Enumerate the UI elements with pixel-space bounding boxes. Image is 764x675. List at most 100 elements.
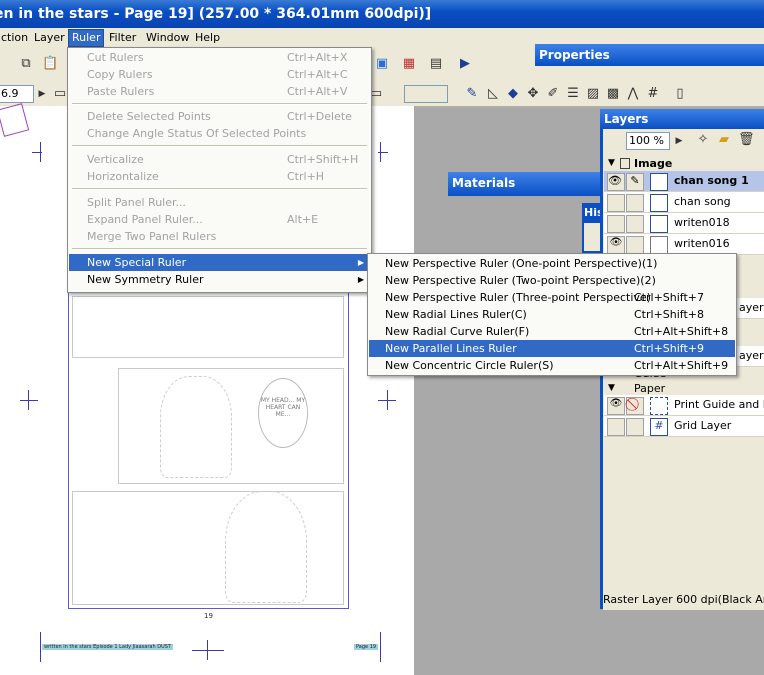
properties-panel-title[interactable]: Properties bbox=[535, 44, 764, 66]
submenu-item-radial-lines[interactable]: New Radial Lines Ruler(C) Ctrl+Shift+8 bbox=[369, 306, 735, 323]
brush-icon[interactable]: ✐ bbox=[545, 86, 561, 102]
window-title: en in the stars - Page 19] (257.00 * 364… bbox=[0, 6, 432, 22]
menu-item-label: New Symmetry Ruler bbox=[87, 273, 204, 286]
mesh-icon[interactable]: ⋀ bbox=[625, 86, 641, 102]
pattern-icon[interactable]: ▩ bbox=[605, 86, 621, 102]
menu-window[interactable]: Window bbox=[143, 30, 192, 46]
pen-icon[interactable]: ✎ bbox=[464, 86, 480, 102]
layer-group-image[interactable]: ▼ Image bbox=[604, 157, 764, 170]
zoom-arrow-icon[interactable]: ▶ bbox=[671, 133, 687, 149]
register-mark bbox=[192, 650, 224, 651]
layer-name: Print Guide and Ba bbox=[674, 398, 764, 411]
menu-item-new-special-ruler[interactable]: New Special Ruler ▶ bbox=[69, 254, 370, 271]
layer-row-writen018[interactable]: writen018 bbox=[604, 213, 764, 234]
menu-selection[interactable]: ction bbox=[0, 30, 31, 46]
layer-row-writen016[interactable]: 👁 writen016 bbox=[604, 234, 764, 255]
collapse-icon[interactable]: ▼ bbox=[608, 382, 615, 395]
menu-item-cut-rulers[interactable]: Cut Rulers Ctrl+Alt+X bbox=[69, 49, 370, 66]
submenu-item-perspective-three[interactable]: New Perspective Ruler (Three-point Persp… bbox=[369, 289, 735, 306]
arrow-right-icon[interactable]: ▶ bbox=[34, 86, 50, 102]
new-layer-icon[interactable]: ✧ bbox=[695, 132, 711, 148]
edit-toggle[interactable] bbox=[626, 215, 644, 233]
submenu-item-label: New Concentric Circle Ruler(S) bbox=[385, 359, 554, 372]
layer-row-chan-song-1[interactable]: 👁 ✎ chan song 1 bbox=[604, 171, 764, 192]
layer-group-paper[interactable]: ▼ Paper bbox=[604, 382, 764, 395]
visibility-eye-icon[interactable]: 👁 bbox=[607, 236, 625, 254]
layer-row-chan-song[interactable]: chan song bbox=[604, 192, 764, 213]
visibility-toggle[interactable] bbox=[607, 418, 625, 436]
frame-icon[interactable]: ▯ bbox=[672, 86, 688, 102]
no-print-icon[interactable]: ⃠ bbox=[626, 397, 644, 415]
film-icon[interactable]: ▤ bbox=[428, 56, 444, 72]
speech-balloon: MY HEAD... MY HEART CAN ME... bbox=[258, 378, 308, 448]
page-icon[interactable]: ▭ bbox=[52, 86, 68, 102]
visibility-eye-icon[interactable]: 👁 bbox=[607, 397, 625, 415]
net-icon[interactable]: # bbox=[645, 86, 661, 102]
crop-mark bbox=[380, 632, 381, 662]
menu-item-verticalize[interactable]: Verticalize Ctrl+Shift+H bbox=[69, 151, 370, 168]
menu-item-copy-rulers[interactable]: Copy Rulers Ctrl+Alt+C bbox=[69, 66, 370, 83]
menu-item-merge-panel[interactable]: Merge Two Panel Rulers bbox=[69, 228, 370, 245]
grid-icon[interactable]: ☰ bbox=[565, 86, 581, 102]
ruler-icon[interactable]: ◺ bbox=[485, 86, 501, 102]
menu-item-label: Delete Selected Points bbox=[87, 110, 211, 123]
menu-item-shortcut: Ctrl+Alt+X bbox=[287, 51, 348, 64]
play-icon[interactable]: ▶ bbox=[457, 56, 473, 72]
copy-icon[interactable]: ⧉ bbox=[18, 56, 34, 72]
menu-item-shortcut: Alt+E bbox=[287, 213, 319, 226]
menu-item-paste-rulers[interactable]: Paste Rulers Ctrl+Alt+V bbox=[69, 83, 370, 100]
visibility-eye-icon[interactable]: 👁 bbox=[607, 173, 625, 191]
visibility-toggle[interactable] bbox=[607, 194, 625, 212]
layers-panel-title[interactable]: Layers bbox=[600, 109, 764, 129]
layer-name: writen018 bbox=[674, 216, 730, 229]
menu-item-split-panel[interactable]: Split Panel Ruler... bbox=[69, 194, 370, 211]
submenu-item-perspective-two[interactable]: New Perspective Ruler (Two-point Perspec… bbox=[369, 272, 735, 289]
layer-icon[interactable]: ▣ bbox=[374, 56, 390, 72]
layer-row-grid[interactable]: # Grid Layer bbox=[604, 416, 764, 437]
submenu-item-radial-curve[interactable]: New Radial Curve Ruler(F) Ctrl+Alt+Shift+… bbox=[369, 323, 735, 340]
layer-name: writen016 bbox=[674, 237, 730, 250]
layer-row-print-guide[interactable]: 👁 ⃠ Print Guide and Ba bbox=[604, 395, 764, 416]
zoom-field[interactable]: 6.9 bbox=[0, 85, 34, 103]
empty-field[interactable] bbox=[404, 85, 448, 103]
menu-layer[interactable]: Layer bbox=[31, 30, 68, 46]
submenu-item-label: New Radial Lines Ruler(C) bbox=[385, 308, 527, 321]
palette-icon[interactable]: ▦ bbox=[401, 56, 417, 72]
visibility-toggle[interactable] bbox=[607, 215, 625, 233]
edit-pen-icon[interactable]: ✎ bbox=[626, 173, 644, 191]
menu-item-horizontalize[interactable]: Horizontalize Ctrl+H bbox=[69, 168, 370, 185]
menu-ruler[interactable]: Ruler bbox=[68, 29, 105, 47]
collapse-icon[interactable]: ▼ bbox=[608, 157, 615, 170]
layer-zoom-field[interactable]: 100 % bbox=[626, 132, 670, 150]
menu-item-delete-points[interactable]: Delete Selected Points Ctrl+Delete bbox=[69, 108, 370, 125]
menu-help[interactable]: Help bbox=[192, 30, 223, 46]
edit-toggle[interactable] bbox=[626, 236, 644, 254]
menu-separator bbox=[72, 145, 367, 147]
submenu-item-parallel-lines[interactable]: New Parallel Lines Ruler Ctrl+Shift+9 bbox=[369, 340, 735, 357]
submenu-item-concentric-circle[interactable]: New Concentric Circle Ruler(S) Ctrl+Alt+S… bbox=[369, 357, 735, 374]
submenu-item-label: New Perspective Ruler (Three-point Persp… bbox=[385, 291, 651, 304]
figure-sketch bbox=[160, 376, 232, 478]
menu-item-new-symmetry-ruler[interactable]: New Symmetry Ruler ▶ bbox=[69, 271, 370, 288]
paste-icon[interactable]: 📋 bbox=[42, 56, 58, 72]
fill-icon[interactable]: ◆ bbox=[505, 86, 521, 102]
trash-icon[interactable]: 🗑 bbox=[738, 132, 755, 148]
window-title-bar: en in the stars - Page 19] (257.00 * 364… bbox=[0, 0, 764, 28]
submenu-item-perspective-one[interactable]: New Perspective Ruler (One-point Perspec… bbox=[369, 255, 735, 272]
crop-mark bbox=[32, 152, 42, 153]
footer-caption: written in the stars Episode 1 Lady Jiaa… bbox=[42, 644, 173, 650]
menu-item-change-angle[interactable]: Change Angle Status Of Selected Points bbox=[69, 125, 370, 142]
special-ruler-submenu: New Perspective Ruler (One-point Perspec… bbox=[367, 253, 737, 376]
hatch-icon[interactable]: ▨ bbox=[585, 86, 601, 102]
menu-item-expand-panel[interactable]: Expand Panel Ruler... Alt+E bbox=[69, 211, 370, 228]
folder-icon[interactable]: ▰ bbox=[716, 132, 732, 148]
crop-mark bbox=[40, 632, 41, 662]
edit-toggle[interactable] bbox=[626, 418, 644, 436]
edit-toggle[interactable] bbox=[626, 194, 644, 212]
menu-filter[interactable]: Filter bbox=[106, 30, 139, 46]
layer-name: Grid Layer bbox=[674, 419, 732, 432]
materials-panel-title[interactable]: Materials bbox=[448, 172, 604, 196]
select-icon[interactable]: ✥ bbox=[525, 86, 541, 102]
register-mark bbox=[387, 390, 388, 410]
menu-item-label: New Special Ruler bbox=[87, 256, 187, 269]
